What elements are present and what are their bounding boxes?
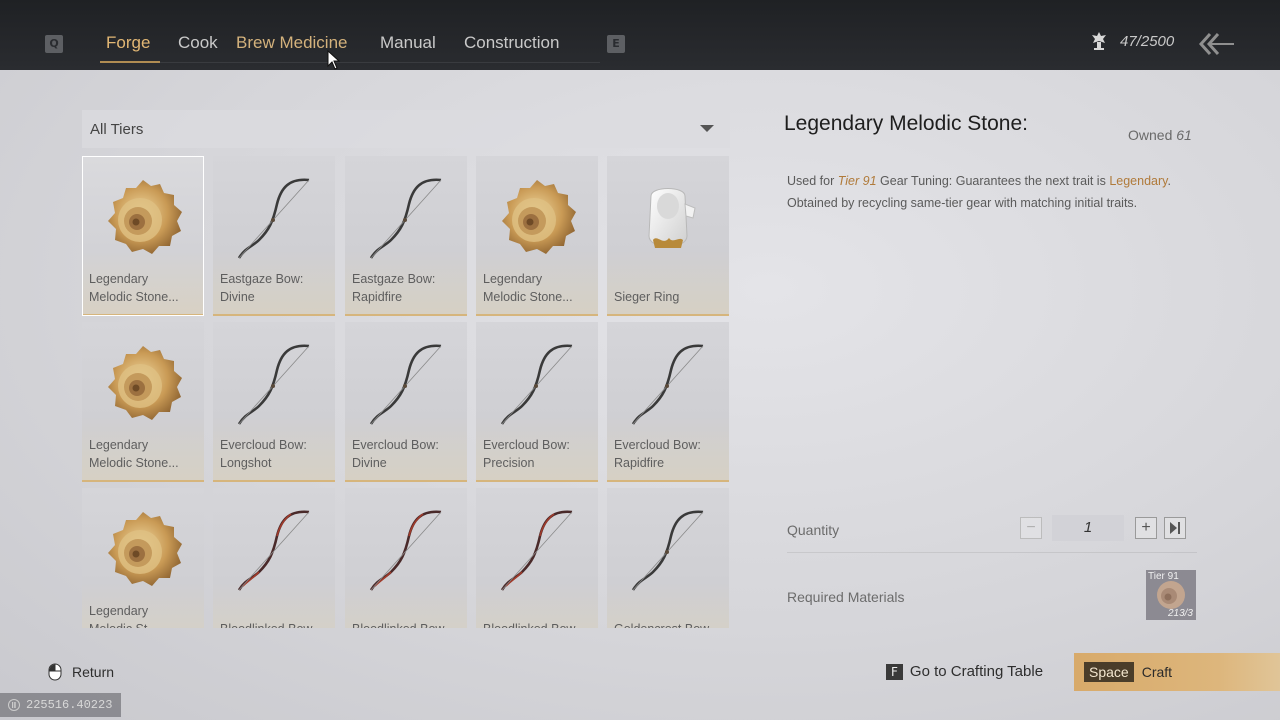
quantity-increase-button[interactable]: +: [1135, 517, 1157, 539]
tier-filter-label: All Tiers: [90, 120, 144, 138]
shell-icon: [98, 340, 188, 430]
active-tab-indicator: [100, 61, 160, 63]
item-name: Evercloud Bow: Rapidfire: [614, 438, 701, 470]
go-to-crafting-table-button[interactable]: F Go to Crafting Table: [886, 663, 1043, 680]
item-name: Eastgaze Bow: Divine: [220, 272, 304, 304]
item-name: Sieger Ring: [614, 290, 680, 304]
item-name: Evercloud Bow: Longshot: [220, 438, 307, 470]
back-arrow-icon[interactable]: [1196, 30, 1236, 58]
skip-to-end-icon: [1170, 522, 1180, 534]
item-card[interactable]: Bloodlinked Bow -: [213, 488, 335, 628]
item-card[interactable]: Bloodlinked Bow -: [476, 488, 598, 628]
item-description: Used for Tier 91 Gear Tuning: Guarantees…: [787, 170, 1207, 214]
item-name: Legendary Melodic St...: [89, 604, 158, 628]
currency-text: 47/2500: [1120, 32, 1175, 50]
return-button[interactable]: Return: [48, 663, 114, 681]
item-card[interactable]: Evercloud Bow: Precision: [476, 322, 598, 482]
quantity-label: Quantity: [787, 522, 840, 538]
uid-text: 225516.40223: [26, 698, 113, 712]
quantity-decrease-button[interactable]: −: [1020, 517, 1042, 539]
tier-filter-dropdown[interactable]: All Tiers: [82, 110, 730, 148]
tab-cook[interactable]: Cook: [178, 33, 218, 53]
id-icon: [8, 699, 20, 711]
craft-key: Space: [1084, 662, 1134, 682]
item-card[interactable]: Legendary Melodic Stone...: [82, 156, 204, 316]
trophy-icon: [1092, 32, 1106, 50]
item-name: Evercloud Bow: Divine: [352, 438, 439, 470]
item-card[interactable]: Bloodlinked Bow -: [345, 488, 467, 628]
item-name: Legendary Melodic Stone...: [89, 272, 179, 304]
goto-key: F: [886, 663, 903, 680]
item-name: Eastgaze Bow: Rapidfire: [352, 272, 436, 304]
item-name: Bloodlinked Bow -: [352, 620, 461, 628]
bow-icon: [361, 174, 451, 264]
item-grid: Legendary Melodic Stone... Eastgaze Bow: …: [82, 156, 732, 628]
item-card[interactable]: Eastgaze Bow: Divine: [213, 156, 335, 316]
item-name: Legendary Melodic Stone...: [89, 438, 179, 470]
item-name: Goldencrest Bow -: [614, 620, 723, 628]
item-name: Bloodlinked Bow -: [483, 620, 592, 628]
shell-icon: [98, 506, 188, 596]
desc-line2: Obtained by recycling same-tier gear wit…: [787, 196, 1138, 210]
owned-count: Owned 61: [1128, 127, 1192, 143]
item-name: Evercloud Bow: Precision: [483, 438, 570, 470]
quantity-field[interactable]: 1: [1052, 515, 1124, 541]
chevron-down-icon: [700, 125, 714, 132]
mouse-icon: [48, 663, 62, 681]
bow-icon: [229, 174, 319, 264]
ring-icon: [623, 174, 713, 264]
craft-button[interactable]: Space Craft: [1074, 653, 1280, 691]
item-card[interactable]: Goldencrest Bow -: [607, 488, 729, 628]
item-card[interactable]: Legendary Melodic St...: [82, 488, 204, 628]
shell-icon: [492, 174, 582, 264]
material-tier: Tier 91: [1148, 571, 1179, 582]
currency-display: 47/2500: [1088, 30, 1174, 52]
bow-icon: [623, 340, 713, 430]
detail-title: Legendary Melodic Stone:: [784, 112, 1028, 135]
bow-red-icon: [229, 506, 319, 596]
mouse-cursor-icon: [327, 50, 341, 70]
bow-red-icon: [361, 506, 451, 596]
item-card[interactable]: Eastgaze Bow: Rapidfire: [345, 156, 467, 316]
desc-tier: Tier 91: [837, 174, 877, 188]
quantity-divider: [787, 552, 1197, 553]
item-name: Legendary Melodic Stone...: [483, 272, 573, 304]
tab-construction[interactable]: Construction: [464, 33, 559, 53]
material-count: 213/3: [1167, 608, 1193, 619]
required-materials-label: Required Materials: [787, 589, 905, 605]
item-card[interactable]: Sieger Ring: [607, 156, 729, 316]
owned-number: 61: [1176, 127, 1192, 143]
item-card[interactable]: Legendary Melodic Stone...: [82, 322, 204, 482]
bow-icon: [492, 340, 582, 430]
tab-underline: [100, 61, 600, 63]
bow-icon: [361, 340, 451, 430]
quantity-max-button[interactable]: [1164, 517, 1186, 539]
desc-legendary: Legendary: [1109, 174, 1168, 188]
item-card[interactable]: Evercloud Bow: Longshot: [213, 322, 335, 482]
goto-label: Go to Crafting Table: [909, 663, 1044, 680]
bow-icon: [623, 506, 713, 596]
top-nav-bar: Q Forge Cook Brew Medicine Manual Constr…: [0, 0, 1280, 70]
bow-red-icon: [492, 506, 582, 596]
item-card[interactable]: Legendary Melodic Stone...: [476, 156, 598, 316]
desc-mid: Gear Tuning: Guarantees the next trait i…: [880, 174, 1106, 188]
prev-tab-key-hint[interactable]: Q: [45, 35, 63, 53]
player-uid: 225516.40223: [0, 693, 121, 717]
shell-icon: [98, 174, 188, 264]
next-tab-key-hint[interactable]: E: [607, 35, 625, 53]
material-tile[interactable]: Tier 91 213/3: [1146, 570, 1196, 620]
item-name: Bloodlinked Bow -: [220, 620, 329, 628]
bow-icon: [229, 340, 319, 430]
owned-label: Owned: [1128, 127, 1173, 143]
craft-label: Craft: [1141, 664, 1173, 680]
item-card[interactable]: Evercloud Bow: Rapidfire: [607, 322, 729, 482]
tab-forge[interactable]: Forge: [106, 33, 150, 53]
desc-used-for: Used for: [787, 174, 835, 188]
tab-manual[interactable]: Manual: [380, 33, 436, 53]
item-card[interactable]: Evercloud Bow: Divine: [345, 322, 467, 482]
desc-end: .: [1167, 174, 1171, 188]
return-label: Return: [72, 664, 115, 680]
